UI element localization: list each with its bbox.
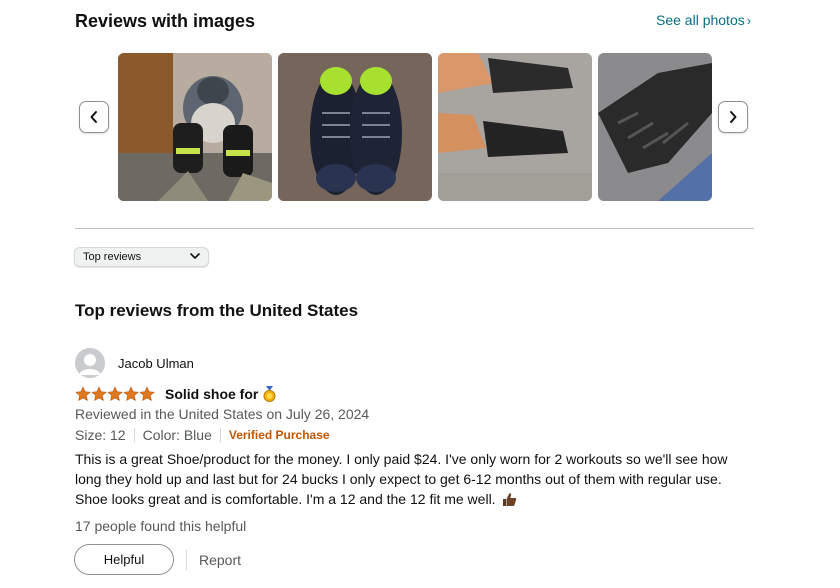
carousel-prev-button[interactable]	[79, 101, 109, 133]
actions-separator	[186, 549, 187, 570]
star-icon	[123, 385, 139, 401]
carousel-next-button[interactable]	[718, 101, 748, 133]
review-title[interactable]: Solid shoe for	[165, 386, 258, 402]
variant-color[interactable]: Color: Blue	[143, 427, 212, 443]
section-divider	[75, 228, 754, 229]
helpful-count: 17 people found this helpful	[75, 518, 247, 534]
star-rating[interactable]	[75, 385, 155, 402]
review-variant-row: Size: 12 Color: Blue Verified Purchase	[75, 427, 330, 443]
thumbs-up-icon	[502, 492, 517, 507]
reviews-with-images-title: Reviews with images	[75, 11, 256, 31]
variant-separator	[133, 428, 135, 442]
star-icon	[91, 385, 107, 401]
chevron-right-small-icon: ›	[746, 13, 752, 28]
review-body-text: This is a great Shoe/product for the mon…	[75, 451, 728, 507]
variant-separator	[219, 428, 221, 442]
shoe-sole-photo	[598, 53, 712, 201]
verified-purchase-badge[interactable]: Verified Purchase	[229, 428, 330, 442]
user-silhouette-icon	[75, 348, 105, 378]
star-icon	[75, 385, 91, 401]
review-actions-row: Helpful Report	[74, 544, 241, 575]
review-image-thumbnail-4[interactable]	[598, 53, 712, 201]
chevron-right-icon	[730, 111, 737, 123]
review-body: This is a great Shoe/product for the mon…	[75, 449, 755, 509]
variant-size[interactable]: Size: 12	[75, 427, 126, 443]
star-icon	[107, 385, 123, 401]
see-all-photos-label: See all photos	[656, 12, 745, 28]
top-reviews-title: Top reviews from the United States	[75, 301, 359, 320]
dog-and-shoes-photo	[118, 53, 272, 201]
see-all-photos-link[interactable]: See all photos ›	[656, 12, 751, 28]
report-link[interactable]: Report	[199, 552, 241, 568]
review-image-thumbnail-1[interactable]	[118, 53, 272, 201]
chevron-down-icon	[190, 251, 200, 263]
helpful-button[interactable]: Helpful	[74, 544, 174, 575]
reviewer-avatar[interactable]	[75, 348, 105, 378]
reviewer-name[interactable]: Jacob Ulman	[118, 356, 194, 371]
star-icon	[139, 385, 155, 401]
shoes-on-feet-photo	[438, 53, 592, 201]
chevron-left-icon	[90, 111, 97, 123]
review-image-thumbnail-3[interactable]	[438, 53, 592, 201]
black-shoes-pair-photo	[278, 53, 432, 201]
review-rating-and-title-row: Solid shoe for	[75, 385, 276, 402]
sort-reviews-dropdown[interactable]: Top reviews	[74, 247, 209, 267]
review-date-location: Reviewed in the United States on July 26…	[75, 406, 370, 422]
medal-icon	[263, 385, 276, 402]
sort-selected-label: Top reviews	[83, 251, 142, 263]
review-image-thumbnail-2[interactable]	[278, 53, 432, 201]
